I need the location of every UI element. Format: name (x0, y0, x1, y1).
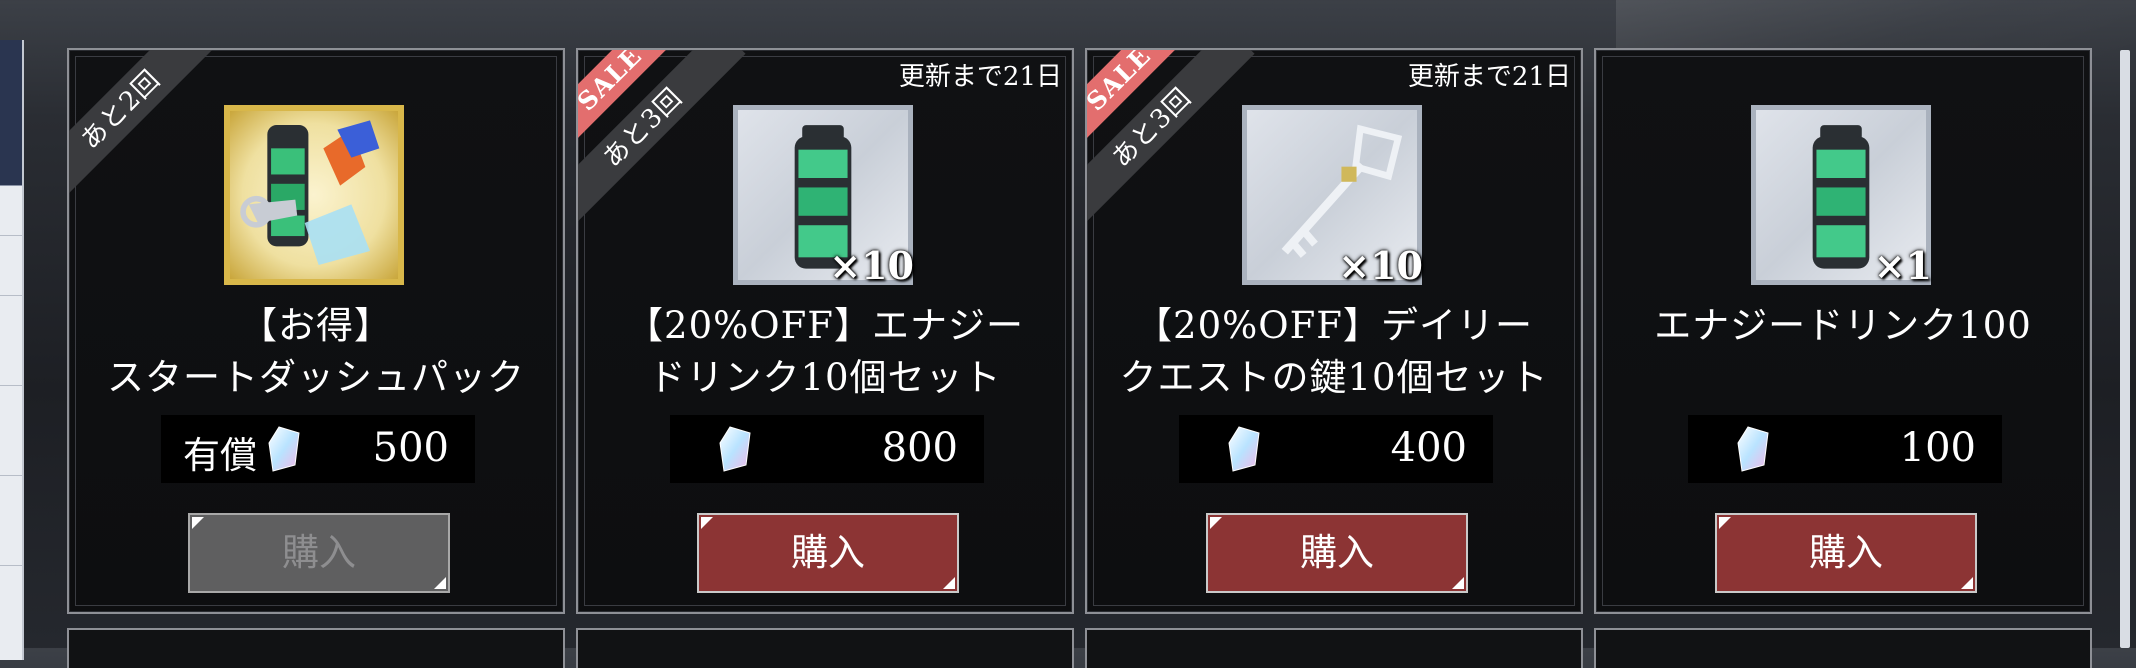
item-title-line: 【お得】 (240, 304, 392, 347)
price-box: 400 (1179, 415, 1493, 483)
price-amount: 100 (1899, 425, 1976, 471)
side-panel-divider (0, 295, 22, 296)
buy-button-label: 購入 (282, 531, 356, 574)
quantity-label: ×10 (829, 243, 914, 288)
buy-button[interactable]: 購入 (188, 513, 450, 593)
side-panel-header (0, 40, 22, 186)
start-dash-pack-icon[interactable] (224, 105, 404, 285)
item-title: エナジードリンク100 (1596, 300, 2090, 352)
shop-card-next-row (1085, 628, 1583, 668)
energy-drink-icon[interactable]: ×1 (1751, 105, 1932, 288)
refresh-timer: 更新まで21日 (898, 62, 1062, 92)
shop-card-next-row (1594, 628, 2092, 668)
shop-card-energy-drink-10: SALE あと3回 更新まで21日 ×10 【20%OFF】エナジー ドリンク1… (576, 48, 1074, 614)
price-amount: 400 (1390, 425, 1467, 471)
item-title-line: 【20%OFF】デイリー (1135, 304, 1533, 347)
button-corner (943, 577, 955, 589)
buy-button[interactable]: 購入 (1715, 513, 1977, 593)
gem-icon (1228, 426, 1260, 472)
price-box: 100 (1688, 415, 2002, 483)
paid-label: 有償 (183, 434, 257, 477)
item-title-line: スタートダッシュパック (107, 356, 525, 399)
button-corner (192, 517, 204, 529)
energy-drink-icon[interactable]: ×10 (733, 105, 914, 288)
refresh-timer: 更新まで21日 (1407, 62, 1571, 92)
item-title-line: エナジードリンク100 (1654, 304, 2032, 347)
shop-card-energy-drink-100: ×1 エナジードリンク100 100 購入 (1594, 48, 2092, 614)
price-box: 有償 500 (161, 415, 475, 483)
button-corner (1961, 577, 1973, 589)
button-corner (701, 517, 713, 529)
buy-button-label: 購入 (1809, 531, 1883, 574)
quantity-label: ×1 (1873, 243, 1932, 288)
side-panel-divider (0, 385, 22, 386)
item-title: 【お得】 スタートダッシュパック (69, 300, 563, 404)
side-panel (0, 40, 24, 660)
item-title-line: ドリンク10個セット (648, 356, 1002, 399)
shop-card-start-dash-pack: あと2回 【お得】 スタートダッシュパック 有償 500 購入 (67, 48, 565, 614)
item-title-line: クエストの鍵10個セット (1119, 356, 1549, 399)
button-corner (434, 577, 446, 589)
buy-button-label: 購入 (791, 531, 865, 574)
gem-icon (268, 426, 300, 472)
shop-card-quest-key-10: SALE あと3回 更新まで21日 ×10 【20%OFF】デイリー クエストの… (1085, 48, 1583, 614)
price-amount: 500 (372, 425, 449, 471)
button-corner (1719, 517, 1731, 529)
button-corner (1210, 517, 1222, 529)
side-panel-divider (0, 565, 22, 566)
price-box: 800 (670, 415, 984, 483)
side-panel-divider (0, 475, 22, 476)
buy-button[interactable]: 購入 (697, 513, 959, 593)
item-title: 【20%OFF】エナジー ドリンク10個セット (578, 300, 1072, 404)
item-title-line: 【20%OFF】エナジー (626, 304, 1024, 347)
buy-button-label: 購入 (1300, 531, 1374, 574)
buy-button[interactable]: 購入 (1206, 513, 1468, 593)
side-panel-divider (0, 235, 22, 236)
price-amount: 800 (881, 425, 958, 471)
shop-card-next-row (67, 628, 565, 668)
button-corner (1452, 577, 1464, 589)
scrollbar[interactable] (2120, 50, 2130, 648)
gem-icon (719, 426, 751, 472)
shop-card-next-row (576, 628, 1074, 668)
gem-icon (1737, 426, 1769, 472)
quest-key-icon[interactable]: ×10 (1242, 105, 1423, 288)
item-title: 【20%OFF】デイリー クエストの鍵10個セット (1087, 300, 1581, 404)
quantity-label: ×10 (1338, 243, 1423, 288)
